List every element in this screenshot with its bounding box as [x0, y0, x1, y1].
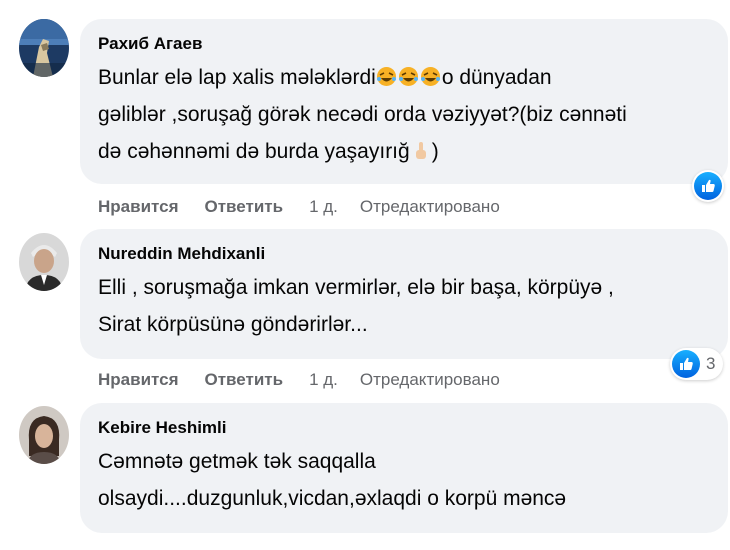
comment-actions: Нравится Ответить 1 д. Отредактировано	[98, 197, 500, 217]
comment-text-line: Elli , soruşmağa imkan vermirlər, elə bi…	[98, 276, 614, 299]
comment-text-line: )	[431, 140, 439, 163]
comment-text-line: o dünyadan	[441, 66, 552, 89]
comment-text-line: olsaydi....duzgunluk,vicdan,əxlaqdi o ko…	[98, 487, 567, 510]
laugh-emoji-icon	[420, 62, 441, 86]
comment-text: Cəmnətə getmək tək saqqalla olsaydi....d…	[98, 443, 708, 517]
comment-text-line: Sirat körpüsünə göndərirlər...	[98, 313, 368, 336]
reply-link[interactable]: Ответить	[205, 370, 284, 390]
pointing-up-hand-icon	[410, 136, 431, 159]
reaction-summary[interactable]	[692, 170, 724, 202]
reaction-count: 3	[706, 354, 716, 373]
reaction-summary[interactable]: 3	[670, 348, 724, 380]
comment-text-line: gəliblər ,soruşağ görək necədi orda vəzi…	[98, 103, 627, 126]
like-reaction-icon	[694, 172, 722, 200]
like-reaction-icon	[672, 350, 700, 378]
edited-label[interactable]: Отредактировано	[360, 197, 500, 217]
avatar[interactable]	[19, 233, 69, 291]
comment-timestamp[interactable]: 1 д.	[309, 197, 338, 217]
comment-bubble: Nureddin Mehdixanli Elli , soruşmağa imk…	[80, 229, 728, 359]
comment-actions: Нравится Ответить 1 д. Отредактировано	[98, 370, 500, 390]
laugh-emoji-icon	[376, 62, 397, 86]
comment-author[interactable]: Рахиб Агаев	[98, 33, 708, 55]
comment-text: Bunlar elə lap xalis mələklərdi o dünyada…	[98, 59, 708, 170]
avatar[interactable]	[19, 406, 69, 464]
reply-link[interactable]: Ответить	[205, 197, 284, 217]
comment-bubble: Рахиб Агаев Bunlar elə lap xalis mələklə…	[80, 19, 728, 184]
like-link[interactable]: Нравится	[98, 197, 179, 217]
edited-label[interactable]: Отредактировано	[360, 370, 500, 390]
comment-timestamp[interactable]: 1 д.	[309, 370, 338, 390]
comment-text-line: də cəhənnəmi də burda yaşayırığ	[98, 140, 410, 163]
comment-bubble: Kebire Heshimli Cəmnətə getmək tək saqqa…	[80, 403, 728, 533]
laugh-emoji-icon	[398, 62, 419, 86]
comment-text-line: Bunlar elə lap xalis mələklərdi	[98, 66, 376, 89]
comment-text: Elli , soruşmağa imkan vermirlər, elə bi…	[98, 269, 708, 343]
comment-author[interactable]: Nureddin Mehdixanli	[98, 243, 708, 265]
avatar[interactable]	[19, 19, 69, 77]
like-link[interactable]: Нравится	[98, 370, 179, 390]
comment-author[interactable]: Kebire Heshimli	[98, 417, 708, 439]
comment-text-line: Cəmnətə getmək tək saqqalla	[98, 450, 376, 473]
